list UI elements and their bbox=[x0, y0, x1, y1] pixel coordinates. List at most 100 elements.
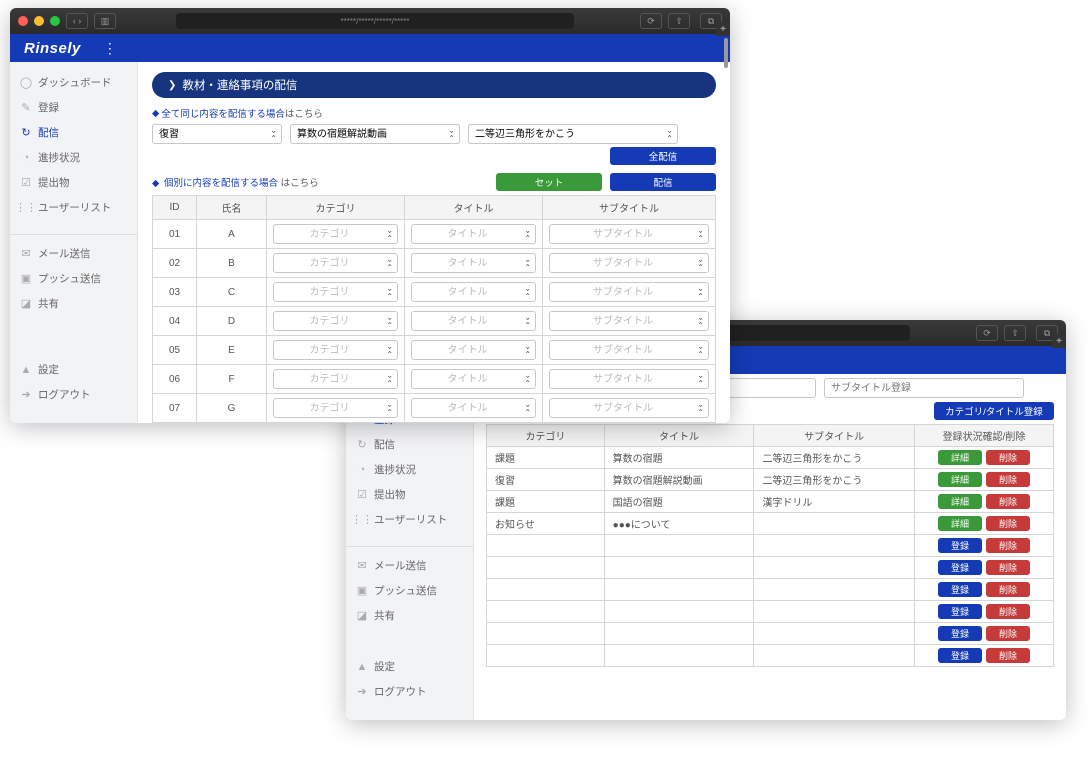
select-title[interactable]: 算数の宿題解説動画 bbox=[290, 124, 460, 144]
sidebar-item-progress[interactable]: ◔進捗状況 bbox=[10, 145, 137, 170]
table-row: 登録削除 bbox=[487, 623, 1054, 645]
cell-category bbox=[487, 601, 605, 623]
select-subtitle[interactable]: 二等辺三角形をかこう bbox=[468, 124, 678, 144]
detail-button[interactable]: 詳細 bbox=[938, 494, 982, 509]
new-tab-button[interactable]: + bbox=[1052, 334, 1066, 348]
cell-name: D bbox=[197, 307, 267, 336]
reload-icon[interactable]: ⟳ bbox=[640, 13, 662, 29]
app-header: Rinsely ⋮ bbox=[10, 34, 730, 62]
sidebar-item-share[interactable]: ◪共有 bbox=[346, 603, 473, 628]
th-category: カテゴリ bbox=[267, 196, 405, 220]
row-title-select[interactable]: タイトル bbox=[411, 224, 536, 244]
register-row-button[interactable]: 登録 bbox=[938, 648, 982, 663]
sidebar-item-mail[interactable]: ✉メール送信 bbox=[346, 553, 473, 578]
cell-id: 03 bbox=[153, 278, 197, 307]
set-button[interactable]: セット bbox=[496, 173, 602, 191]
cell-subtitle bbox=[754, 579, 914, 601]
logout-icon: ➔ bbox=[20, 389, 32, 401]
sidebar-item-submissions[interactable]: ☑提出物 bbox=[346, 482, 473, 507]
detail-button[interactable]: 詳細 bbox=[938, 516, 982, 531]
register-row-button[interactable]: 登録 bbox=[938, 560, 982, 575]
sidebar-item-mail[interactable]: ✉メール送信 bbox=[10, 241, 137, 266]
row-title-select[interactable]: タイトル bbox=[411, 253, 536, 273]
distribute-icon: ↻ bbox=[20, 127, 32, 139]
distribute-button[interactable]: 配信 bbox=[610, 173, 716, 191]
delete-button[interactable]: 削除 bbox=[986, 494, 1030, 509]
delete-button[interactable]: 削除 bbox=[986, 450, 1030, 465]
row-title-select[interactable]: タイトル bbox=[411, 340, 536, 360]
row-category-select[interactable]: カテゴリ bbox=[273, 253, 398, 273]
sidebar-item-users[interactable]: ⋮⋮ユーザーリスト bbox=[346, 507, 473, 532]
register-row-button[interactable]: 登録 bbox=[938, 582, 982, 597]
sidebar-item-label: ユーザーリスト bbox=[374, 512, 447, 527]
row-category-select[interactable]: カテゴリ bbox=[273, 311, 398, 331]
sidebar-item-users[interactable]: ⋮⋮ユーザーリスト bbox=[10, 195, 137, 220]
row-subtitle-select[interactable]: サブタイトル bbox=[549, 398, 709, 418]
sidebar-item-settings[interactable]: ▲設定 bbox=[346, 654, 473, 679]
delete-button[interactable]: 削除 bbox=[986, 604, 1030, 619]
sidebar-item-distribute[interactable]: ↻配信 bbox=[346, 432, 473, 457]
delete-button[interactable]: 削除 bbox=[986, 626, 1030, 641]
cell-name: A bbox=[197, 220, 267, 249]
cell-id: 04 bbox=[153, 307, 197, 336]
row-subtitle-select[interactable]: サブタイトル bbox=[549, 282, 709, 302]
url-bar[interactable]: *****/*****/*****/***** bbox=[176, 13, 574, 29]
reload-icon[interactable]: ⟳ bbox=[976, 325, 998, 341]
sidebar-toggle-icon[interactable]: ▥ bbox=[94, 13, 116, 29]
row-category-select[interactable]: カテゴリ bbox=[273, 340, 398, 360]
register-row-button[interactable]: 登録 bbox=[938, 538, 982, 553]
detail-button[interactable]: 詳細 bbox=[938, 450, 982, 465]
app-menu-icon[interactable]: ⋮ bbox=[103, 40, 118, 57]
sidebar-item-logout[interactable]: ➔ログアウト bbox=[346, 679, 473, 704]
register-row-button[interactable]: 登録 bbox=[938, 604, 982, 619]
progress-icon: ◔ bbox=[20, 152, 32, 164]
register-button[interactable]: カテゴリ/タイトル登録 bbox=[934, 402, 1054, 420]
row-subtitle-select[interactable]: サブタイトル bbox=[549, 340, 709, 360]
cell-name: E bbox=[197, 336, 267, 365]
sidebar-item-logout[interactable]: ➔ログアウト bbox=[10, 382, 137, 407]
row-category-select[interactable]: カテゴリ bbox=[273, 398, 398, 418]
row-title-select[interactable]: タイトル bbox=[411, 282, 536, 302]
row-title-select[interactable]: タイトル bbox=[411, 398, 536, 418]
detail-button[interactable]: 詳細 bbox=[938, 472, 982, 487]
sidebar-item-share[interactable]: ◪共有 bbox=[10, 291, 137, 316]
distribute-all-button[interactable]: 全配信 bbox=[610, 147, 716, 165]
sidebar-item-submissions[interactable]: ☑提出物 bbox=[10, 170, 137, 195]
hint-indiv: ◆ 個別に内容を配信する場合 はこちら bbox=[152, 175, 319, 189]
register-row-button[interactable]: 登録 bbox=[938, 626, 982, 641]
row-subtitle-select[interactable]: サブタイトル bbox=[549, 369, 709, 389]
subtitle-input[interactable] bbox=[824, 378, 1024, 398]
row-subtitle-select[interactable]: サブタイトル bbox=[549, 253, 709, 273]
delete-button[interactable]: 削除 bbox=[986, 516, 1030, 531]
row-subtitle-select[interactable]: サブタイトル bbox=[549, 311, 709, 331]
hint-indiv-link[interactable]: 個別に内容を配信する場合 bbox=[164, 178, 278, 189]
share-icon[interactable]: ⇧ bbox=[1004, 325, 1026, 341]
sidebar-item-settings[interactable]: ▲設定 bbox=[10, 357, 137, 382]
row-title-select[interactable]: タイトル bbox=[411, 311, 536, 331]
select-category[interactable]: 復習 bbox=[152, 124, 282, 144]
sidebar-item-push[interactable]: ▣プッシュ送信 bbox=[346, 578, 473, 603]
sidebar-item-push[interactable]: ▣プッシュ送信 bbox=[10, 266, 137, 291]
delete-button[interactable]: 削除 bbox=[986, 560, 1030, 575]
sidebar-item-label: 進捗状況 bbox=[374, 462, 416, 477]
delete-button[interactable]: 削除 bbox=[986, 538, 1030, 553]
sidebar-item-register[interactable]: ✎登録 bbox=[10, 95, 137, 120]
back-forward-icon[interactable]: ‹ › bbox=[66, 13, 88, 29]
sidebar-item-dashboard[interactable]: ◯ダッシュボード bbox=[10, 70, 137, 95]
row-category-select[interactable]: カテゴリ bbox=[273, 369, 398, 389]
row-title-select[interactable]: タイトル bbox=[411, 369, 536, 389]
new-tab-button[interactable]: + bbox=[716, 22, 730, 36]
sidebar-item-distribute[interactable]: ↻配信 bbox=[10, 120, 137, 145]
hint-all-link[interactable]: 全て同じ内容を配信する場合 bbox=[161, 106, 285, 120]
row-subtitle-select[interactable]: サブタイトル bbox=[549, 224, 709, 244]
delete-button[interactable]: 削除 bbox=[986, 582, 1030, 597]
delete-button[interactable]: 削除 bbox=[986, 472, 1030, 487]
sidebar-item-label: 登録 bbox=[38, 100, 59, 115]
row-category-select[interactable]: カテゴリ bbox=[273, 224, 398, 244]
share-icon[interactable]: ⇧ bbox=[668, 13, 690, 29]
cell-category: 課題 bbox=[487, 491, 605, 513]
settings-icon: ▲ bbox=[20, 364, 32, 376]
delete-button[interactable]: 削除 bbox=[986, 648, 1030, 663]
row-category-select[interactable]: カテゴリ bbox=[273, 282, 398, 302]
sidebar-item-progress[interactable]: ◔進捗状況 bbox=[346, 457, 473, 482]
